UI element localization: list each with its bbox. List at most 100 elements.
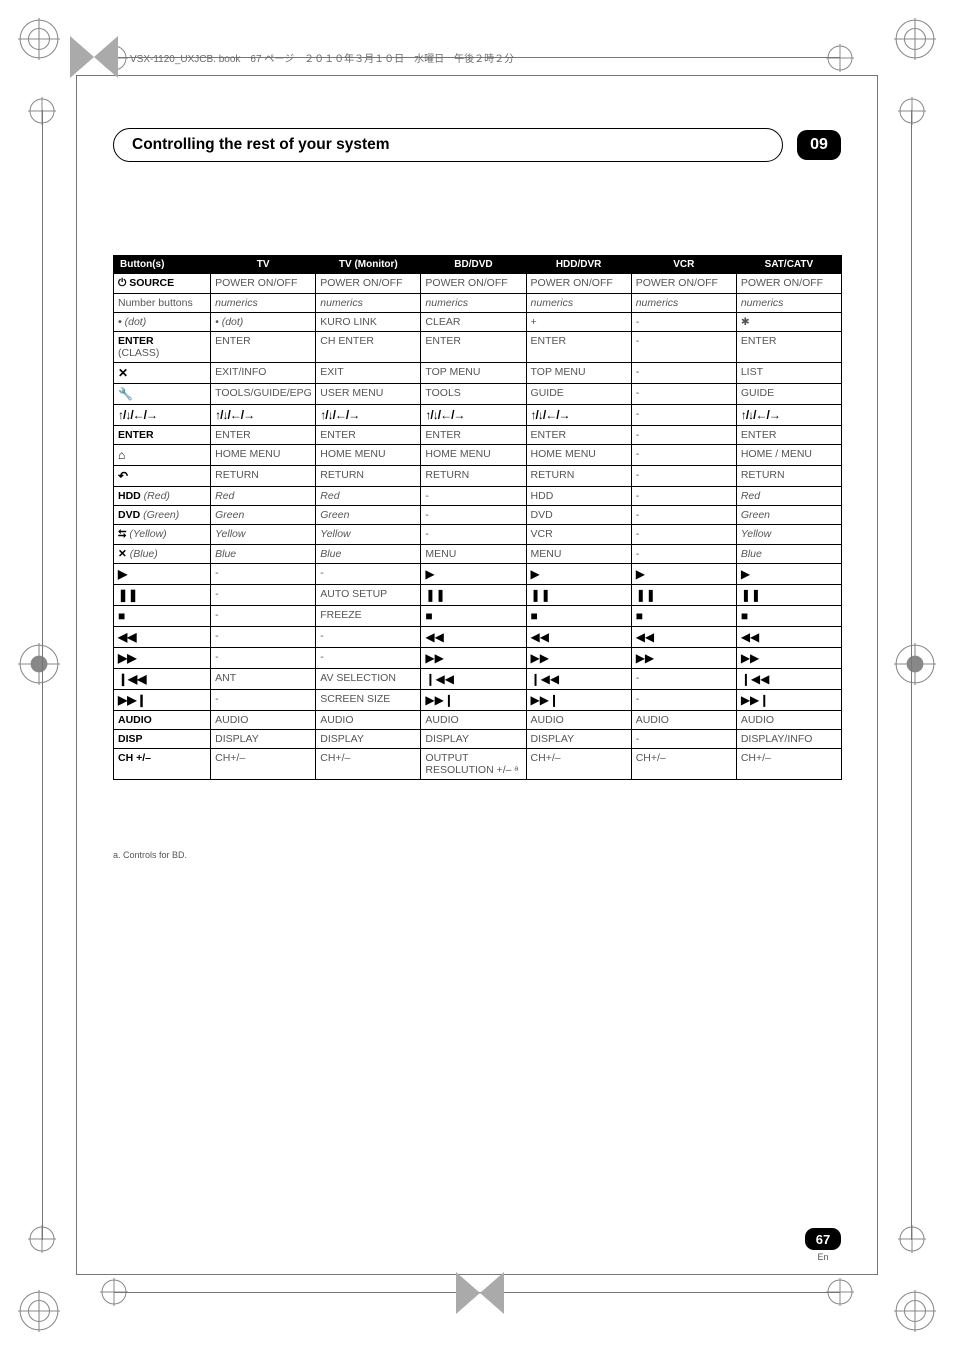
table-cell: -	[631, 730, 736, 749]
table-row: ▶▶❙-SCREEN SIZE▶▶❙▶▶❙-▶▶❙	[114, 690, 842, 711]
table-cell: ■	[421, 606, 526, 627]
table-cell: POWER ON/OFF	[526, 274, 631, 294]
table-cell: -	[631, 384, 736, 405]
table-cell: TOOLS	[421, 384, 526, 405]
table-row: ◀◀--◀◀◀◀◀◀◀◀	[114, 627, 842, 648]
table-cell: ❚❚	[736, 585, 841, 606]
registration-mark-icon	[18, 1290, 60, 1332]
table-cell: Red	[211, 487, 316, 506]
table-cell: +	[526, 313, 631, 332]
crop-mark	[877, 76, 878, 1274]
bowtie-icon	[70, 36, 118, 78]
table-row: 🔧TOOLS/GUIDE/EPGUSER MENUTOOLSGUIDE-GUID…	[114, 384, 842, 405]
column-header: TV	[211, 256, 316, 274]
table-cell: SCREEN SIZE	[316, 690, 421, 711]
table-cell: -	[631, 669, 736, 690]
table-row: DVD (Green)GreenGreen-DVD-Green	[114, 506, 842, 525]
table-row: ↶RETURNRETURNRETURNRETURN-RETURN	[114, 466, 842, 487]
table-row: ✕ (Blue)BlueBlueMENUMENU-Blue	[114, 545, 842, 564]
table-row: ⮀ (Yellow)YellowYellow-VCR-Yellow	[114, 525, 842, 545]
table-cell: -	[631, 487, 736, 506]
table-cell: POWER ON/OFF	[736, 274, 841, 294]
table-cell: AUTO SETUP	[316, 585, 421, 606]
table-cell: numerics	[211, 294, 316, 313]
table-cell: ◀◀	[631, 627, 736, 648]
button-label-cell: ⏻ SOURCE	[114, 274, 211, 294]
table-cell: • (dot)	[211, 313, 316, 332]
table-cell: DISPLAY/INFO	[736, 730, 841, 749]
table-cell: ■	[526, 606, 631, 627]
button-label-cell: ▶▶	[114, 648, 211, 669]
table-cell: CH ENTER	[316, 332, 421, 363]
button-label-cell: ↑/↓/←/→	[114, 405, 211, 426]
button-label-cell: 🔧	[114, 384, 211, 405]
table-cell: RETURN	[421, 466, 526, 487]
column-header: TV (Monitor)	[316, 256, 421, 274]
table-cell: ↑/↓/←/→	[736, 405, 841, 426]
table-cell: ✱	[736, 313, 841, 332]
table-cell: ENTER	[211, 426, 316, 445]
table-cell: numerics	[421, 294, 526, 313]
header-info: VSX-1120_UXJCB. book 67 ページ ２０１０年３月１０日 水…	[130, 50, 514, 65]
table-cell: ▶	[421, 564, 526, 585]
table-cell: Yellow	[736, 525, 841, 545]
table-cell: ↑/↓/←/→	[211, 405, 316, 426]
table-cell: TOP MENU	[421, 363, 526, 384]
table-cell: -	[211, 690, 316, 711]
table-cell: AV SELECTION	[316, 669, 421, 690]
table-cell: -	[421, 487, 526, 506]
table-cell: -	[631, 525, 736, 545]
table-cell: Yellow	[211, 525, 316, 545]
table-cell: -	[211, 585, 316, 606]
table-row: ▶▶--▶▶▶▶▶▶▶▶	[114, 648, 842, 669]
table-row: • (dot)• (dot)KURO LINKCLEAR+-✱	[114, 313, 842, 332]
table-cell: KURO LINK	[316, 313, 421, 332]
table-cell: AUDIO	[631, 711, 736, 730]
table-cell: Yellow	[316, 525, 421, 545]
table-cell: ▶	[526, 564, 631, 585]
table-cell: -	[316, 564, 421, 585]
table-row: AUDIOAUDIOAUDIOAUDIOAUDIOAUDIOAUDIO	[114, 711, 842, 730]
table-cell: ❚❚	[526, 585, 631, 606]
table-cell: -	[631, 313, 736, 332]
table-cell: CH+/–	[736, 749, 841, 780]
table-row: ENTER(CLASS)ENTERCH ENTERENTERENTER-ENTE…	[114, 332, 842, 363]
table-cell: AUDIO	[736, 711, 841, 730]
table-cell: Green	[316, 506, 421, 525]
chapter-bar: Controlling the rest of your system 09	[113, 128, 841, 162]
table-row: ⌂HOME MENUHOME MENUHOME MENUHOME MENU-HO…	[114, 445, 842, 466]
table-cell: -	[421, 525, 526, 545]
table-cell: ◀◀	[526, 627, 631, 648]
table-cell: ■	[736, 606, 841, 627]
button-label-cell: ⮀ (Yellow)	[114, 525, 211, 545]
table-cell: Blue	[736, 545, 841, 564]
table-cell: Green	[736, 506, 841, 525]
button-label-cell: ■	[114, 606, 211, 627]
table-cell: ▶▶❙	[736, 690, 841, 711]
table-cell: EXIT/INFO	[211, 363, 316, 384]
table-cell: -	[316, 648, 421, 669]
page-number: 67	[805, 1228, 841, 1250]
button-label-cell: ◀◀	[114, 627, 211, 648]
table-cell: numerics	[316, 294, 421, 313]
table-cell: -	[211, 648, 316, 669]
table-cell: ❙◀◀	[736, 669, 841, 690]
table-cell: HOME MENU	[211, 445, 316, 466]
table-cell: -	[631, 405, 736, 426]
table-cell: ENTER	[526, 426, 631, 445]
column-header: SAT/CATV	[736, 256, 841, 274]
table-cell: -	[631, 426, 736, 445]
button-label-cell: ▶	[114, 564, 211, 585]
table-cell: ▶▶❙	[421, 690, 526, 711]
table-cell: Blue	[211, 545, 316, 564]
table-row: ▶--▶▶▶▶	[114, 564, 842, 585]
table-cell: -	[421, 506, 526, 525]
footnote: a. Controls for BD.	[113, 850, 187, 860]
table-cell: ENTER	[316, 426, 421, 445]
table-cell: ENTER	[736, 332, 841, 363]
table-cell: ▶▶	[631, 648, 736, 669]
table-cell: RETURN	[526, 466, 631, 487]
table-cell: -	[211, 627, 316, 648]
table-cell: EXIT	[316, 363, 421, 384]
column-header: Button(s)	[114, 256, 211, 274]
